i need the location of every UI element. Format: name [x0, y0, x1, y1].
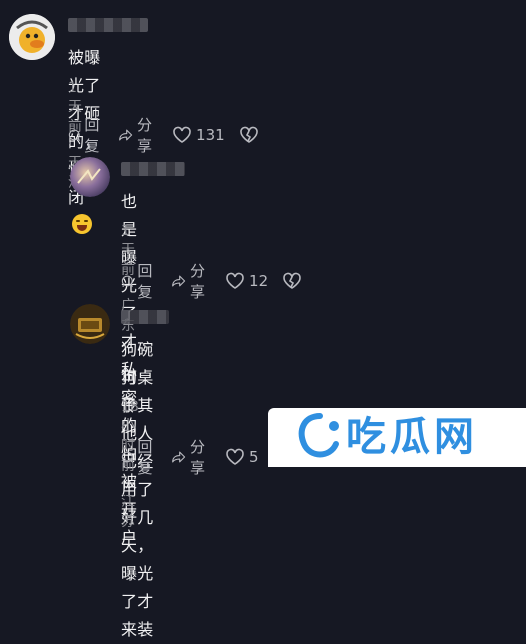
broken-heart-icon	[239, 126, 258, 143]
like-button[interactable]: 12	[225, 272, 268, 290]
username-blurred[interactable]	[68, 18, 148, 32]
avatar[interactable]	[70, 157, 110, 197]
heart-icon	[226, 272, 244, 289]
dislike-button[interactable]	[282, 272, 306, 290]
share-button[interactable]: 分享	[172, 436, 211, 478]
reply-button[interactable]: 回复	[121, 436, 158, 478]
username-blurred[interactable]	[121, 310, 169, 324]
avatar[interactable]	[70, 304, 110, 344]
watermark-logo-icon	[298, 413, 339, 458]
watermark-text: 吃瓜网	[346, 414, 478, 460]
comment-actions: 回复 分享 131	[68, 114, 277, 156]
like-button[interactable]: 5	[225, 448, 259, 466]
galaxy-avatar-icon	[70, 157, 110, 197]
like-count: 12	[249, 272, 269, 290]
reply-icon	[121, 451, 134, 464]
heart-icon	[226, 448, 244, 465]
share-icon	[172, 451, 186, 463]
like-button[interactable]: 131	[172, 126, 225, 144]
avatar[interactable]	[9, 14, 55, 60]
like-count: 5	[249, 448, 259, 466]
like-count: 131	[196, 126, 225, 144]
comment-actions: 回复 分享 12	[121, 260, 320, 302]
share-icon	[119, 129, 133, 141]
broken-heart-icon	[283, 272, 301, 289]
share-button[interactable]: 分享	[172, 260, 211, 302]
share-icon	[172, 275, 186, 287]
reply-icon	[121, 275, 134, 288]
laughing-emoji-icon	[72, 214, 92, 234]
reply-button[interactable]: 回复	[68, 114, 105, 156]
comment-actions: 回复 分享 5	[121, 436, 273, 478]
reply-button[interactable]: 回复	[121, 260, 158, 302]
dislike-button[interactable]	[239, 126, 263, 144]
ornate-avatar-icon	[70, 304, 110, 344]
username-blurred[interactable]	[121, 162, 185, 176]
duck-avatar-icon	[9, 14, 55, 60]
reply-icon	[68, 129, 81, 142]
heart-icon	[173, 126, 191, 143]
share-button[interactable]: 分享	[119, 114, 158, 156]
